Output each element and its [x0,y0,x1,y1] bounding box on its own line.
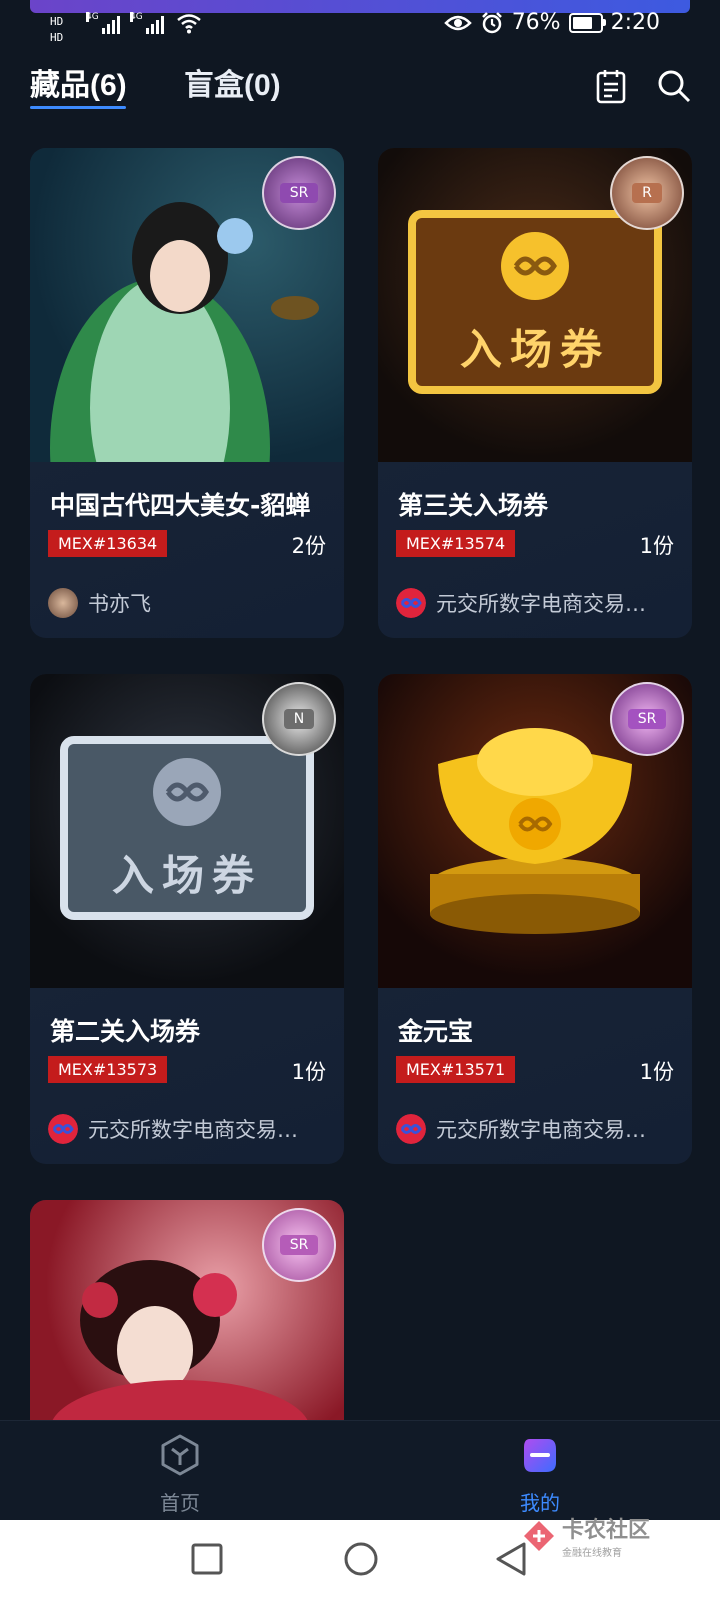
card-image-beauty-red: SR [30,1200,344,1420]
collection-card[interactable]: 入场券 R 第三关入场券 MEX#13574 1份 元交所数字电商交易… [378,148,692,638]
nav-profile[interactable]: 我的 [480,1433,600,1516]
status-bar: HD HD 4G 4G 76% 2:20 [0,0,720,50]
notepad-icon[interactable] [593,68,629,104]
battery-percent: 76% [511,10,561,35]
creator-name: 元交所数字电商交易… [436,1118,646,1142]
signal-bars-2-icon: 4G [130,12,164,34]
tab-collections[interactable]: 藏品(6) [30,60,127,104]
rarity-badge: SR [610,682,684,756]
search-icon[interactable] [656,68,692,104]
alarm-icon [481,11,502,33]
rarity-badge: R [610,156,684,230]
profile-icon [524,1439,556,1472]
creator-name: 书亦飞 [88,592,151,616]
watermark: 卡农社区 金融在线教育 [522,1512,650,1559]
cube-icon [161,1434,199,1476]
signal-group: 4G 4G [86,12,202,34]
bottom-navigation: 首页 我的 [0,1420,720,1521]
collection-card[interactable]: SR 中国古代四大美女-貂蝉 MEX#13634 2份 书亦飞 [30,148,344,638]
card-title: 第二关入场券 [50,1017,201,1046]
quantity-label: 1份 [291,1060,326,1084]
hd2-label: HD [50,31,64,44]
hd-indicators: HD HD [50,14,63,46]
watermark-logo-icon [523,1520,554,1551]
card-image-ticket-silver: 入场券 N [30,674,344,988]
tab-bar: 藏品(6) 盲盒(0) [30,60,692,120]
wifi-icon [177,14,201,34]
signal-bars-1-icon: 4G [86,12,120,34]
tab-blind-boxes[interactable]: 盲盒(0) [184,60,281,104]
exchange-logo-icon [396,588,426,618]
clock: 2:20 [610,10,660,35]
card-image-gold-ingot: SR [378,674,692,988]
net1-label: 4G [86,12,99,22]
quantity-label: 1份 [639,534,674,558]
home-circle-icon[interactable] [342,1540,380,1578]
card-title: 金元宝 [398,1017,474,1046]
token-code-tag: MEX#13634 [48,530,168,557]
rarity-badge: SR [262,1208,336,1282]
quantity-label: 1份 [639,1060,674,1084]
card-title: 第三关入场券 [398,491,549,520]
creator-name: 元交所数字电商交易… [88,1118,298,1142]
card-image-ticket-gold: 入场券 R [378,148,692,462]
collection-card[interactable]: SR 金元宝 MEX#13571 1份 元交所数字电商交易… [378,674,692,1164]
exchange-logo-icon [48,1114,78,1144]
creator-name: 元交所数字电商交易… [436,592,646,616]
nav-home-label: 首页 [160,1491,200,1515]
battery-icon [568,12,606,33]
token-code-tag: MEX#13571 [396,1056,516,1083]
ticket-text: 入场券 [111,851,262,900]
tab-active-indicator [30,106,126,109]
token-code-tag: MEX#13573 [48,1056,168,1083]
rarity-badge: N [262,682,336,756]
collection-card[interactable]: 入场券 N 第二关入场券 MEX#13573 1份 元交所数字电商交易… [30,674,344,1164]
nav-home[interactable]: 首页 [120,1433,240,1516]
watermark-subtitle: 金融在线教育 [561,1548,622,1559]
card-image-diaochan: SR [30,148,344,462]
eye-icon [443,15,472,30]
ticket-text: 入场券 [459,325,610,374]
watermark-title: 卡农社区 [561,1517,650,1542]
quantity-label: 2份 [291,534,326,558]
card-title: 中国古代四大美女-貂蝉 [50,491,311,520]
net2-label: 4G [130,12,143,22]
collection-card[interactable]: SR [30,1200,344,1420]
recent-apps-icon[interactable] [190,1542,224,1576]
creator-avatar [48,588,78,618]
status-right: 76% 2:20 [443,10,660,35]
exchange-logo-icon [396,1114,426,1144]
hd1-label: HD [50,15,64,28]
rarity-badge: SR [262,156,336,230]
token-code-tag: MEX#13574 [396,530,516,557]
